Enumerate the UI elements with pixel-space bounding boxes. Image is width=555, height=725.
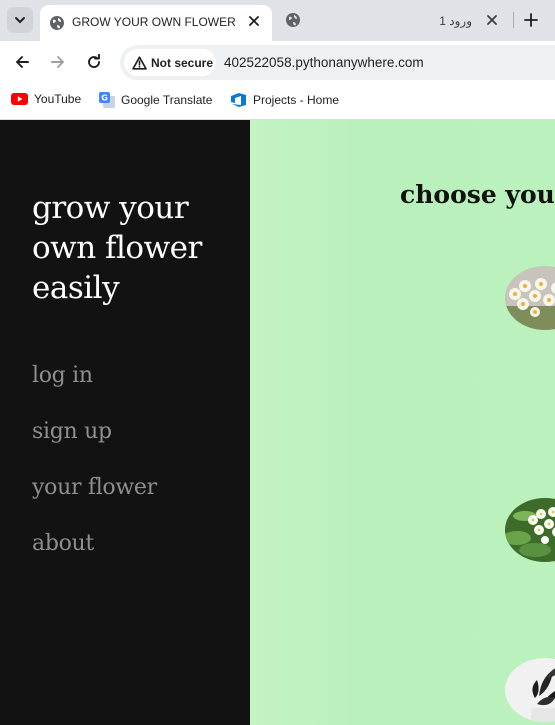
reload-button[interactable] xyxy=(81,49,107,75)
tab-login[interactable]: ورود 1 xyxy=(280,5,512,35)
white-flower-bush-image xyxy=(505,498,555,562)
bookmark-label: YouTube xyxy=(34,92,82,106)
close-tab-button[interactable] xyxy=(244,11,264,31)
nav-link-sign-up[interactable]: sign up xyxy=(32,419,112,444)
main-heading: choose your xyxy=(400,180,555,209)
plus-icon xyxy=(524,13,538,27)
bookmark-youtube[interactable]: YouTube xyxy=(11,92,81,106)
nav-link-log-in[interactable]: log in xyxy=(32,363,93,388)
arrow-left-icon xyxy=(16,56,29,68)
nav-link-about[interactable]: about xyxy=(32,531,94,556)
youtube-icon xyxy=(11,93,28,105)
flower-option-narcissus[interactable] xyxy=(505,266,555,330)
tab-separator xyxy=(513,12,514,28)
dark-potted-plant-image xyxy=(505,658,555,722)
arrow-right-icon xyxy=(51,56,64,68)
site-title: grow your own flower easily xyxy=(32,190,202,306)
tab-title: ورود 1 xyxy=(439,14,472,28)
bookmark-label: Google Translate xyxy=(121,93,213,107)
browser-toolbar: Not secure 402522058.pythonanywhere.com xyxy=(0,41,555,81)
bookmark-google-translate[interactable]: G Google Translate xyxy=(99,92,212,108)
security-chip[interactable]: Not secure xyxy=(124,49,216,76)
web-page: grow your own flower easily log in sign … xyxy=(0,120,555,725)
sidebar: grow your own flower easily log in sign … xyxy=(0,120,250,725)
new-tab-button[interactable] xyxy=(519,8,543,32)
close-icon xyxy=(249,16,259,26)
address-bar[interactable]: Not secure 402522058.pythonanywhere.com xyxy=(120,45,555,80)
svg-text:G: G xyxy=(101,94,108,103)
chevron-down-icon xyxy=(15,17,25,24)
google-translate-icon: G xyxy=(99,92,115,108)
close-icon xyxy=(487,15,497,25)
tab-search-button[interactable] xyxy=(7,7,33,33)
tab-grow-your-own-flower[interactable]: GROW YOUR OWN FLOWER xyxy=(40,5,272,41)
bookmarks-bar: YouTube G Google Translate Projects - Ho… xyxy=(0,81,555,120)
globe-icon xyxy=(286,13,300,27)
security-chip-label: Not secure xyxy=(151,55,214,70)
nav-link-your-flower[interactable]: your flower xyxy=(32,475,157,500)
close-tab-button[interactable] xyxy=(482,10,502,30)
url-text[interactable]: 402522058.pythonanywhere.com xyxy=(224,55,424,70)
main-content: choose your xyxy=(250,120,555,725)
narcissus-flower-image xyxy=(505,266,555,330)
azure-devops-icon xyxy=(231,93,246,107)
bookmark-label: Projects - Home xyxy=(253,93,340,107)
globe-icon xyxy=(50,16,64,30)
tab-strip: GROW YOUR OWN FLOWER ورود 1 xyxy=(0,0,555,41)
bookmark-projects-home[interactable]: Projects - Home xyxy=(230,92,339,108)
reload-icon xyxy=(88,54,100,68)
forward-button[interactable] xyxy=(45,49,71,75)
flower-option-dark-plant[interactable] xyxy=(505,658,555,722)
tab-title: GROW YOUR OWN FLOWER xyxy=(72,15,236,29)
flower-option-white-bush[interactable] xyxy=(505,498,555,562)
back-button[interactable] xyxy=(9,49,35,75)
warning-icon xyxy=(132,55,147,70)
